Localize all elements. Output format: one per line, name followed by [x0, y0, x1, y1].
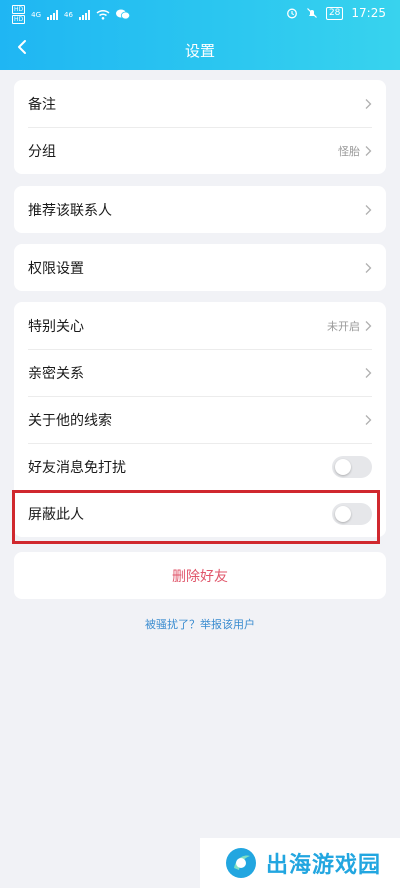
delete-friend-button[interactable]: 删除好友 — [14, 552, 386, 599]
network-type: 4G — [31, 10, 42, 19]
highlight-box — [12, 490, 380, 544]
row-label: 分组 — [28, 143, 56, 160]
row-remark[interactable]: 备注 — [14, 80, 386, 127]
row-value: 未开启 — [327, 319, 360, 333]
wechat-icon — [115, 9, 130, 20]
clock: 17:25 — [351, 6, 386, 20]
row-label: 关于他的线索 — [28, 412, 112, 429]
row-label: 推荐该联系人 — [28, 202, 112, 219]
delete-card: 删除好友 — [14, 552, 386, 599]
watermark: 出海游戏园 — [200, 838, 400, 888]
do-not-disturb-toggle[interactable] — [332, 455, 372, 478]
page-title: 设置 — [184, 42, 215, 60]
alarm-icon — [287, 8, 297, 19]
signal-icon — [78, 9, 90, 20]
chevron-right-icon — [365, 98, 372, 109]
hd-badge: HD — [12, 5, 26, 14]
row-label: 权限设置 — [28, 260, 84, 277]
chevron-right-icon — [365, 320, 372, 331]
row-label: 好友消息免打扰 — [28, 459, 126, 476]
row-clues-about-him[interactable]: 关于他的线索 — [14, 396, 386, 443]
report-user-link[interactable]: 被骚扰了？举报该用户 — [0, 616, 400, 632]
row-value: 怪胎 — [338, 144, 360, 158]
settings-card-recommend: 推荐该联系人 — [14, 186, 386, 233]
settings-card-permission: 权限设置 — [14, 244, 386, 291]
toggle-knob — [335, 458, 351, 475]
watermark-logo-icon — [226, 848, 256, 878]
chevron-right-icon — [365, 262, 372, 273]
status-bar: HD HD 4G 46 28 17:25 — [0, 0, 400, 28]
row-label: 备注 — [28, 96, 56, 113]
settings-card-note-group: 备注 分组 怪胎 — [14, 80, 386, 174]
chevron-right-icon — [365, 204, 372, 215]
row-recommend-contact[interactable]: 推荐该联系人 — [14, 186, 386, 233]
mute-bell-icon — [307, 8, 317, 18]
chevron-right-icon — [365, 414, 372, 425]
row-permission-settings[interactable]: 权限设置 — [14, 244, 386, 291]
watermark-text: 出海游戏园 — [266, 853, 382, 878]
row-intimate-relationship[interactable]: 亲密关系 — [14, 349, 386, 396]
row-do-not-disturb: 好友消息免打扰 — [14, 443, 386, 490]
row-special-care[interactable]: 特别关心 未开启 — [14, 302, 386, 349]
header: HD HD 4G 46 28 17:25 设置 — [0, 0, 400, 70]
row-label: 特别关心 — [28, 318, 84, 335]
chevron-right-icon — [365, 367, 372, 378]
row-group[interactable]: 分组 怪胎 — [14, 127, 386, 174]
hd-badge: HD — [12, 15, 26, 24]
row-label: 亲密关系 — [28, 365, 84, 382]
wifi-icon — [96, 9, 110, 20]
battery-level: 28 — [325, 6, 344, 20]
network-type: 46 — [64, 10, 73, 19]
nav-bar: 设置 — [0, 30, 400, 68]
signal-icon — [47, 9, 59, 20]
chevron-right-icon — [365, 145, 372, 156]
